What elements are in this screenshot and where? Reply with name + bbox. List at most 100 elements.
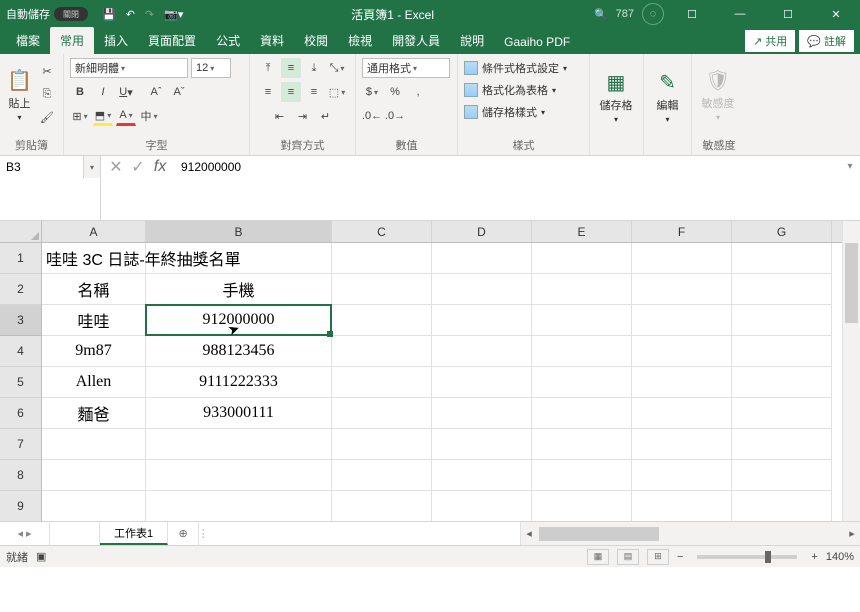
cell[interactable] [332, 367, 432, 398]
sheet-tab[interactable]: 工作表1 [100, 522, 168, 545]
tab-view[interactable]: 檢視 [338, 27, 382, 54]
align-center-icon[interactable]: ≡ [281, 82, 301, 102]
cell[interactable] [146, 491, 332, 521]
number-format-combo[interactable]: 通用格式 [362, 58, 450, 78]
row-header[interactable]: 5 [0, 367, 41, 398]
col-header[interactable]: F [632, 221, 732, 242]
decrease-indent-icon[interactable]: ⇤ [270, 106, 290, 126]
bold-button[interactable]: B [70, 82, 90, 102]
tab-home[interactable]: 常用 [50, 27, 94, 54]
close-button[interactable]: ✕ [816, 0, 856, 28]
cell[interactable] [632, 398, 732, 429]
split-handle[interactable]: ⋮ [199, 522, 207, 545]
cell[interactable] [42, 491, 146, 521]
zoom-slider[interactable] [697, 555, 797, 559]
redo-icon[interactable]: ↷ [145, 8, 154, 21]
row-header[interactable]: 4 [0, 336, 41, 367]
cell[interactable] [332, 491, 432, 521]
decrease-decimal-icon[interactable]: .0→ [385, 106, 405, 126]
cell[interactable] [532, 305, 632, 336]
cell[interactable] [732, 398, 832, 429]
decrease-font-icon[interactable]: Aˇ [169, 82, 189, 102]
merge-button[interactable]: ⬚ [327, 82, 347, 102]
comments-button[interactable]: 💬註解 [799, 30, 854, 52]
row-header[interactable]: 3 [0, 305, 41, 336]
phonetic-button[interactable]: 中 [139, 106, 159, 126]
cell[interactable] [632, 460, 732, 491]
zoom-out-icon[interactable]: − [677, 551, 683, 563]
cell[interactable] [532, 243, 632, 274]
cell[interactable] [532, 398, 632, 429]
cell[interactable] [632, 274, 732, 305]
cell[interactable]: 9111222333 [146, 367, 332, 398]
cell[interactable] [432, 305, 532, 336]
cell[interactable] [332, 305, 432, 336]
italic-button[interactable]: I [93, 82, 113, 102]
cell[interactable] [42, 429, 146, 460]
underline-button[interactable]: U▾ [116, 82, 136, 102]
cell[interactable] [332, 243, 432, 274]
cells-button[interactable]: ▦儲存格▾ [596, 70, 636, 124]
zoom-in-icon[interactable]: + [811, 551, 817, 563]
row-header[interactable]: 8 [0, 460, 41, 491]
align-right-icon[interactable]: ≡ [304, 82, 324, 102]
cell[interactable] [146, 429, 332, 460]
search-icon[interactable]: 🔍 [594, 8, 608, 21]
tab-gaaiho[interactable]: Gaaiho PDF [494, 30, 580, 54]
fx-icon[interactable]: fx [149, 156, 171, 178]
col-header[interactable]: E [532, 221, 632, 242]
accounting-format-icon[interactable]: $ [362, 82, 382, 102]
cell[interactable] [632, 243, 732, 274]
camera-icon[interactable]: 📷▾ [164, 8, 183, 21]
increase-indent-icon[interactable]: ⇥ [293, 106, 313, 126]
border-button[interactable]: ⊞ [70, 106, 90, 126]
page-break-view-icon[interactable]: ⊞ [647, 549, 669, 565]
cell[interactable] [532, 429, 632, 460]
cell[interactable] [432, 243, 532, 274]
col-header[interactable]: G [732, 221, 832, 242]
row-header[interactable]: 9 [0, 491, 41, 522]
cell[interactable] [432, 398, 532, 429]
increase-font-icon[interactable]: Aˆ [146, 82, 166, 102]
tab-data[interactable]: 資料 [250, 27, 294, 54]
cell[interactable] [732, 491, 832, 521]
scroll-left-icon[interactable]: ◂ [521, 527, 537, 540]
format-painter-icon[interactable]: 🖌 [37, 108, 57, 128]
cut-icon[interactable]: ✂ [37, 62, 57, 82]
col-header[interactable]: D [432, 221, 532, 242]
cell[interactable] [532, 274, 632, 305]
cell[interactable] [146, 460, 332, 491]
align-top-icon[interactable]: ⤒ [258, 58, 278, 78]
name-box-dropdown[interactable]: ▾ [84, 156, 100, 178]
cell[interactable] [332, 274, 432, 305]
copy-icon[interactable]: ⎘ [37, 85, 57, 105]
cell[interactable]: 933000111 [146, 398, 332, 429]
cell[interactable] [732, 274, 832, 305]
page-layout-view-icon[interactable]: ▤ [617, 549, 639, 565]
tab-review[interactable]: 校閱 [294, 27, 338, 54]
cell[interactable]: 哇哇 [42, 305, 146, 336]
formula-input[interactable] [175, 156, 860, 178]
scroll-thumb[interactable] [539, 527, 659, 541]
cell[interactable] [432, 367, 532, 398]
autosave-toggle[interactable]: 自動儲存 關閉 [0, 6, 94, 22]
tab-formulas[interactable]: 公式 [206, 27, 250, 54]
conditional-formatting-button[interactable]: 條件式格式設定▾ [464, 58, 583, 78]
cell[interactable]: 哇哇 3C 日誌-年終抽獎名單 [42, 243, 146, 274]
cell[interactable] [632, 429, 732, 460]
cell[interactable] [732, 460, 832, 491]
cell[interactable] [332, 460, 432, 491]
sheet-nav[interactable]: ◂ ▸ [0, 522, 50, 545]
share-button[interactable]: ↗共用 [745, 30, 795, 52]
col-header[interactable]: C [332, 221, 432, 242]
cell[interactable] [432, 429, 532, 460]
normal-view-icon[interactable]: ▦ [587, 549, 609, 565]
font-name-combo[interactable]: 新細明體 [70, 58, 188, 78]
cell[interactable] [732, 429, 832, 460]
user-avatar[interactable]: ◌ [642, 3, 664, 25]
row-header[interactable]: 6 [0, 398, 41, 429]
select-all-button[interactable] [0, 221, 41, 243]
cell[interactable] [532, 336, 632, 367]
cell[interactable] [432, 460, 532, 491]
comma-format-icon[interactable]: , [408, 82, 428, 102]
